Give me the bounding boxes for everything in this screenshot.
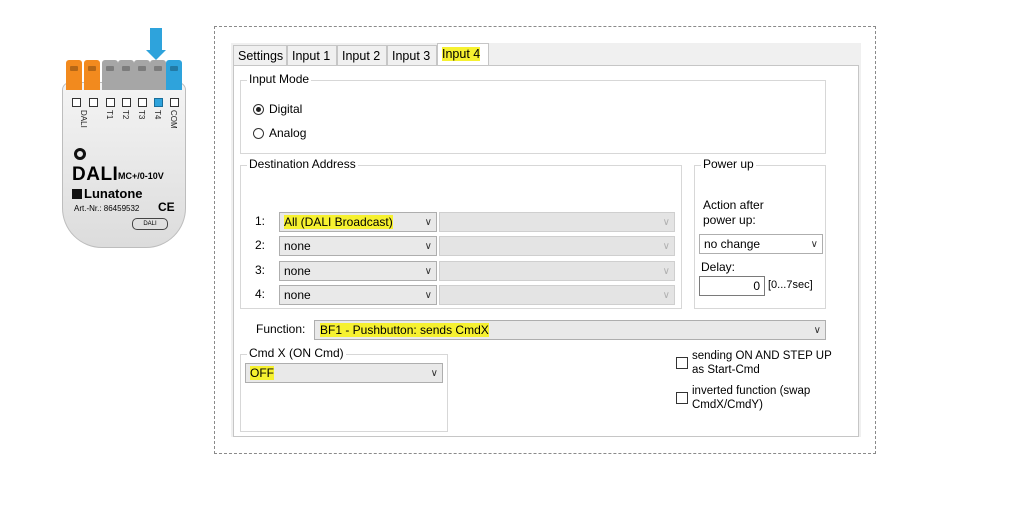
device-label-dali: DALI <box>79 110 88 128</box>
power-up-group: Power up Action after power up: no chang… <box>694 157 826 309</box>
power-up-action-select[interactable]: no change ∨ <box>699 234 823 254</box>
delay-label: Delay: <box>701 260 736 274</box>
destination-row-4-label: 4: <box>255 287 266 301</box>
device-label-t4: T4 <box>153 110 162 120</box>
dali-badge: DALI <box>132 218 168 230</box>
chevron-down-icon: ∨ <box>662 217 670 228</box>
status-square <box>89 98 98 107</box>
destination-2-select[interactable]: none ∨ <box>279 236 437 256</box>
chevron-down-icon: ∨ <box>424 290 432 301</box>
inverted-function-checkbox[interactable] <box>676 392 688 404</box>
pointer-arrow-icon <box>146 28 166 60</box>
lunatone-logo-icon <box>72 189 82 199</box>
destination-1-value: All (DALI Broadcast) <box>284 215 393 229</box>
radio-analog[interactable] <box>253 128 264 139</box>
tab-input-4-label: Input 4 <box>442 47 481 61</box>
destination-4-value: none <box>284 288 311 302</box>
terminal-t4 <box>150 60 166 90</box>
destination-4-select[interactable]: none ∨ <box>279 285 437 305</box>
status-square-t4 <box>154 98 163 107</box>
inverted-function-label: inverted function (swap CmdX/CmdY) <box>692 385 811 411</box>
status-square-com <box>170 98 179 107</box>
destination-3-value: none <box>284 264 311 278</box>
settings-window: Settings Input 1 Input 2 Input 3 Input 4… <box>231 43 861 437</box>
input-mode-title: Input Mode <box>247 72 312 86</box>
radio-analog-label: Analog <box>269 126 307 140</box>
power-up-action-value: no change <box>704 237 761 251</box>
device-label-t2: T2 <box>121 110 130 120</box>
terminal-t3 <box>134 60 150 90</box>
destination-3-select[interactable]: none ∨ <box>279 261 437 281</box>
device-article-number: Art.-Nr.: 86459532 <box>74 204 140 213</box>
dialog-frame: Settings Input 1 Input 2 Input 3 Input 4… <box>214 26 876 454</box>
dali-logo-icon <box>74 148 86 160</box>
device-dali-label: DALI <box>72 164 119 185</box>
cmdx-group: Cmd X (ON Cmd) OFF ∨ <box>240 346 448 432</box>
device-label-t3: T3 <box>137 110 146 120</box>
cmdx-select[interactable]: OFF ∨ <box>245 363 443 383</box>
tab-settings[interactable]: Settings <box>233 45 287 65</box>
status-square-t1 <box>106 98 115 107</box>
destination-4-sub-select[interactable]: ∨ <box>439 285 675 305</box>
terminal-dali-2 <box>84 60 100 90</box>
chevron-down-icon: ∨ <box>424 217 432 228</box>
destination-row-3-label: 3: <box>255 263 266 277</box>
destination-2-sub-select[interactable]: ∨ <box>439 236 675 256</box>
input-mode-group: Input Mode Digital Analog <box>240 72 826 154</box>
device-label-com: COM <box>169 110 178 129</box>
destination-address-title: Destination Address <box>247 157 358 171</box>
destination-3-sub-select[interactable]: ∨ <box>439 261 675 281</box>
destination-row-1-label: 1: <box>255 214 266 228</box>
delay-range-label: [0...7sec] <box>768 279 813 291</box>
destination-1-select[interactable]: All (DALI Broadcast) ∨ <box>279 212 437 232</box>
device-label-t1: T1 <box>105 110 114 120</box>
cmdx-title: Cmd X (ON Cmd) <box>247 346 346 360</box>
chevron-down-icon: ∨ <box>813 325 821 336</box>
action-after-power-up-label: Action after power up: <box>703 198 764 227</box>
terminal-t2 <box>118 60 134 90</box>
chevron-down-icon: ∨ <box>424 241 432 252</box>
terminal-com <box>166 60 182 90</box>
terminal-dali-1 <box>66 60 82 90</box>
device-brand: Lunatone <box>72 186 143 201</box>
input-4-panel: Input Mode Digital Analog Destination Ad… <box>233 65 859 437</box>
tab-input-3[interactable]: Input 3 <box>387 45 437 65</box>
radio-digital-label: Digital <box>269 102 303 116</box>
cmdx-value: OFF <box>250 366 274 380</box>
function-value: BF1 - Pushbutton: sends CmdX <box>320 323 489 337</box>
chevron-down-icon: ∨ <box>662 290 670 301</box>
function-label: Function: <box>256 322 306 336</box>
chevron-down-icon: ∨ <box>810 239 818 250</box>
function-select[interactable]: BF1 - Pushbutton: sends CmdX ∨ <box>314 320 826 340</box>
chevron-down-icon: ∨ <box>430 368 438 379</box>
destination-1-sub-select[interactable]: ∨ <box>439 212 675 232</box>
tab-input-4[interactable]: Input 4 <box>437 43 489 67</box>
tab-input-2[interactable]: Input 2 <box>337 45 387 65</box>
chevron-down-icon: ∨ <box>424 266 432 277</box>
device-brand-name: Lunatone <box>84 186 143 201</box>
terminal-t1 <box>102 60 118 90</box>
dali-device-illustration: DALI T1 T2 T3 T4 COM DALI MC+/0-10V Luna… <box>62 60 186 248</box>
tab-input-1[interactable]: Input 1 <box>287 45 337 65</box>
destination-2-value: none <box>284 239 311 253</box>
chevron-down-icon: ∨ <box>662 241 670 252</box>
delay-input[interactable]: 0 <box>699 276 765 296</box>
status-square-t2 <box>122 98 131 107</box>
sending-on-label: sending ON AND STEP UP as Start-Cmd <box>692 350 832 376</box>
destination-address-group: Destination Address 1: All (DALI Broadca… <box>240 157 682 309</box>
radio-digital[interactable] <box>253 104 264 115</box>
status-square-t3 <box>138 98 147 107</box>
device-model: MC+/0-10V <box>118 171 164 181</box>
ce-mark: CE <box>158 200 175 214</box>
sending-on-checkbox[interactable] <box>676 357 688 369</box>
chevron-down-icon: ∨ <box>662 266 670 277</box>
status-square-dali <box>72 98 81 107</box>
power-up-title: Power up <box>701 157 756 171</box>
destination-row-2-label: 2: <box>255 238 266 252</box>
